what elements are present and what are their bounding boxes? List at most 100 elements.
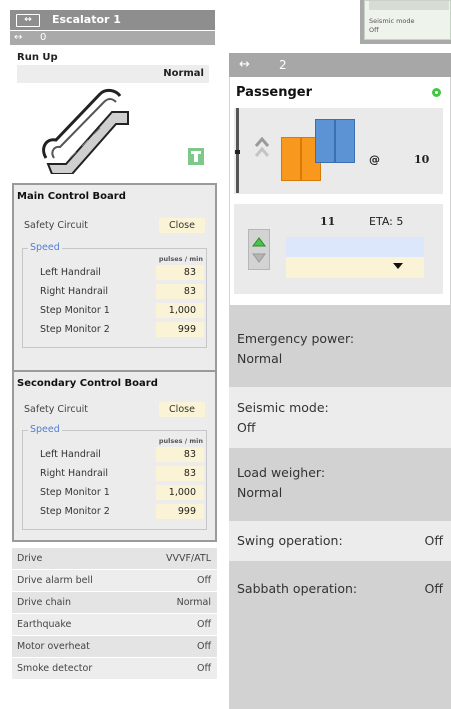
speed-unit: pulses / min — [158, 255, 203, 263]
peek-card: Seismic mode Off — [364, 0, 451, 40]
peek-label: Seismic mode — [369, 17, 415, 25]
speed-row-value: 999 — [156, 322, 204, 337]
speed-row-label: Step Monitor 2 — [40, 324, 110, 335]
status-label: Earthquake — [17, 619, 72, 630]
escalator-sub-bar: ↔ 0 — [10, 31, 215, 45]
horizontal-arrows-icon: ↔ — [16, 14, 40, 27]
escalator-panel: ↔ Escalator 1 ↔ 0 Run Up Normal Main Con… — [8, 8, 217, 706]
status-row: Earthquake Off — [12, 614, 217, 636]
peek-value: Off — [369, 26, 379, 34]
speed-row-label: Right Handrail — [40, 468, 109, 479]
main-control-board: Main Control Board Safety Circuit Close … — [12, 183, 217, 372]
floor-dropdown[interactable] — [286, 257, 424, 278]
info-row: Sabbath operation: Off — [229, 571, 451, 611]
run-direction-section: Run Up Normal — [12, 48, 213, 180]
speed-label: Speed — [28, 242, 62, 253]
info-row: Seismic mode: Off — [229, 387, 451, 448]
status-value: Off — [196, 641, 211, 652]
peek-header-bar — [369, 1, 449, 10]
status-row: Motor overheat Off — [12, 636, 217, 658]
info-row: Swing operation: Off — [229, 521, 451, 561]
status-indicator-icon — [432, 88, 441, 97]
status-value: Off — [196, 663, 211, 674]
shaft-position-marker — [235, 150, 240, 154]
secondary-control-board: Secondary Control Board Safety Circuit C… — [12, 370, 217, 542]
call-floor-number: 11 — [320, 215, 336, 228]
info-label: Sabbath operation: — [237, 581, 358, 596]
safety-circuit-label: Safety Circuit — [24, 220, 88, 231]
up-direction-chevron-icon — [254, 136, 270, 157]
elevator-type-title: Passenger — [236, 85, 313, 100]
info-label: Seismic mode: — [237, 400, 329, 415]
status-row: Smoke detector Off — [12, 658, 217, 680]
car-position-box: @ 10 — [234, 108, 443, 194]
direction-arrows-icon: ↔ — [14, 32, 23, 43]
status-value: Off — [196, 619, 211, 630]
speed-group: Speed pulses / min Left Handrail 83 Righ… — [22, 424, 207, 530]
run-direction-label: Run Up — [17, 52, 58, 63]
status-list: Drive VVVF/ATL Drive alarm bell Off Drive … — [12, 548, 217, 680]
car-door-left-icon — [281, 137, 301, 181]
status-row: Drive alarm bell Off — [12, 570, 217, 592]
safety-circuit-label: Safety Circuit — [24, 404, 88, 415]
up-arrow-icon — [252, 237, 266, 263]
speed-row-label: Right Handrail — [40, 286, 109, 297]
elevator-number: 2 — [279, 58, 287, 72]
t-status-icon — [188, 148, 204, 165]
speed-row-label: Left Handrail — [40, 267, 101, 278]
status-label: Motor overheat — [17, 641, 90, 652]
speed-row-value: 83 — [156, 265, 204, 280]
status-label: Smoke detector — [17, 663, 93, 674]
info-value: Normal — [237, 351, 283, 366]
speed-group: Speed pulses / min Left Handrail 83 Righ… — [22, 242, 207, 348]
escalator-title: Escalator 1 — [52, 13, 121, 26]
eta-value: ETA: 5 — [369, 215, 404, 228]
speed-row-value: 1,000 — [156, 485, 204, 500]
info-label: Load weigher: — [237, 465, 326, 480]
speed-row-label: Step Monitor 2 — [40, 506, 110, 517]
speed-row-value: 83 — [156, 447, 204, 462]
status-row: Drive chain Normal — [12, 592, 217, 614]
call-field-upper — [286, 237, 424, 257]
board-title: Main Control Board — [17, 191, 126, 202]
status-label: Drive — [17, 553, 43, 564]
speed-row-value: 83 — [156, 284, 204, 299]
elevator-card: Passenger @ 10 11 ETA: 5 — [230, 77, 450, 305]
status-label: Drive chain — [17, 597, 72, 608]
speed-unit: pulses / min — [158, 437, 203, 445]
at-symbol: @ — [369, 153, 380, 166]
info-label: Emergency power: — [237, 331, 355, 346]
car-door-left-icon — [315, 119, 335, 163]
status-value: Off — [196, 575, 211, 586]
info-value: Off — [424, 581, 443, 596]
horizontal-arrows-icon: ↔ — [239, 57, 250, 72]
speed-row-label: Step Monitor 1 — [40, 487, 110, 498]
escalator-title-bar[interactable]: ↔ Escalator 1 — [10, 10, 215, 30]
car-door-right-icon — [335, 119, 355, 163]
safety-circuit-value: Close — [159, 218, 205, 233]
speed-row-value: 999 — [156, 504, 204, 519]
elevator-panel: ↔ 2 Passenger @ 10 11 ETA: 5 Emergency p… — [229, 53, 451, 709]
speed-row-value: 83 — [156, 466, 204, 481]
speed-row-label: Left Handrail — [40, 449, 101, 460]
info-value: Off — [237, 420, 256, 435]
status-row: Drive VVVF/ATL — [12, 548, 217, 570]
status-label: Drive alarm bell — [17, 575, 93, 586]
escalator-sub-number: 0 — [40, 32, 47, 43]
run-mode-value: Normal — [17, 65, 209, 83]
current-floor: 10 — [414, 153, 430, 166]
info-label: Swing operation: — [237, 533, 343, 548]
background-panel-peek[interactable]: Seismic mode Off — [360, 0, 451, 44]
status-value: Normal — [176, 597, 211, 608]
speed-row-label: Step Monitor 1 — [40, 305, 110, 316]
elevator-header[interactable]: ↔ 2 — [229, 53, 451, 77]
call-arrows[interactable] — [248, 229, 270, 270]
board-title: Secondary Control Board — [17, 378, 158, 389]
speed-label: Speed — [28, 424, 62, 435]
info-row: Emergency power: Normal — [229, 319, 451, 379]
speed-row-value: 1,000 — [156, 303, 204, 318]
safety-circuit-value: Close — [159, 402, 205, 417]
escalator-icon — [42, 88, 129, 174]
status-value: VVVF/ATL — [165, 553, 211, 564]
info-value: Off — [424, 533, 443, 548]
